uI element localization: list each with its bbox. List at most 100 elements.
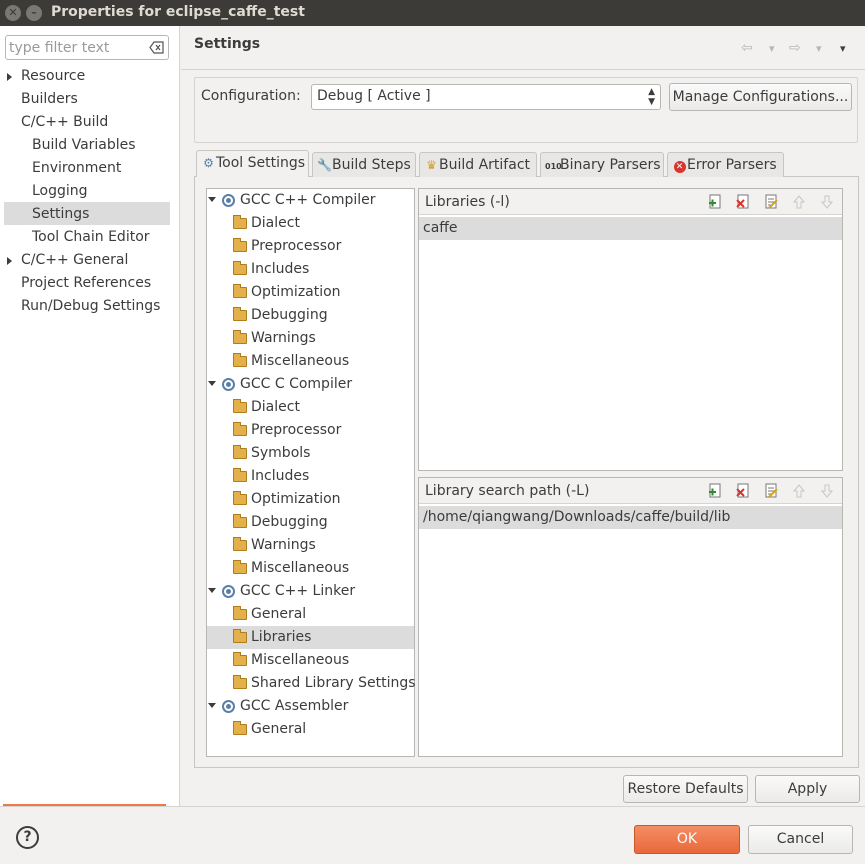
tree-item-preprocessor[interactable]: Preprocessor <box>251 419 341 442</box>
nav-item-environment[interactable]: Environment <box>32 157 121 180</box>
options-folder-icon <box>233 422 247 436</box>
expand-arrow-icon[interactable] <box>7 257 12 265</box>
tree-item-gcc-assembler[interactable]: GCC Assembler <box>240 695 348 718</box>
filter-box[interactable] <box>5 35 169 60</box>
tree-item-optimization[interactable]: Optimization <box>251 281 341 304</box>
wrench-icon: 🔧 <box>317 158 332 172</box>
nav-item-cpp-build[interactable]: C/C++ Build <box>21 111 108 134</box>
move-down-icon[interactable] <box>819 483 835 499</box>
tree-item-general[interactable]: General <box>251 603 306 626</box>
nav-item-run-debug-settings[interactable]: Run/Debug Settings <box>21 295 160 318</box>
collapse-arrow-icon[interactable] <box>208 588 216 593</box>
list-item[interactable]: caffe <box>419 217 842 240</box>
title-bar: ✕ – Properties for eclipse_caffe_test <box>0 0 865 26</box>
restore-defaults-button[interactable]: Restore Defaults <box>623 775 748 803</box>
add-icon[interactable] <box>707 483 723 499</box>
apply-button[interactable]: Apply <box>755 775 860 803</box>
tree-item-includes[interactable]: Includes <box>251 465 309 488</box>
tree-item-warnings[interactable]: Warnings <box>251 534 316 557</box>
tree-item-includes[interactable]: Includes <box>251 258 309 281</box>
forward-dropdown-icon[interactable]: ▾ <box>816 42 822 55</box>
tool-gear-icon <box>222 585 235 598</box>
tab-tool-settings[interactable]: ⚙ Tool Settings <box>196 150 309 177</box>
back-arrow-icon[interactable]: ⇦ <box>741 40 753 56</box>
tree-item-miscellaneous[interactable]: Miscellaneous <box>251 557 349 580</box>
move-down-icon[interactable] <box>819 194 835 210</box>
tree-item-gcc-cpp-compiler[interactable]: GCC C++ Compiler <box>240 189 376 212</box>
list-item[interactable]: /home/qiangwang/Downloads/caffe/build/li… <box>419 506 842 529</box>
tab-label: Error Parsers <box>687 157 777 173</box>
close-window-button[interactable]: ✕ <box>5 5 21 21</box>
options-folder-icon <box>233 215 247 229</box>
tree-item-libraries[interactable]: Libraries <box>251 626 311 649</box>
move-up-icon[interactable] <box>791 483 807 499</box>
minimize-window-button[interactable]: – <box>26 5 42 21</box>
nav-item-project-references[interactable]: Project References <box>21 272 151 295</box>
nav-item-settings[interactable]: Settings <box>32 203 89 226</box>
trophy-icon: ♛ <box>426 158 437 172</box>
tab-label: Build Steps <box>332 157 411 173</box>
add-icon[interactable] <box>707 194 723 210</box>
clear-filter-icon[interactable] <box>149 41 164 54</box>
options-folder-icon <box>233 560 247 574</box>
cancel-button[interactable]: Cancel <box>748 825 853 854</box>
tree-item-symbols[interactable]: Symbols <box>251 442 310 465</box>
nav-item-builders[interactable]: Builders <box>21 88 78 111</box>
options-folder-icon <box>233 445 247 459</box>
edit-icon[interactable] <box>763 483 779 499</box>
move-up-icon[interactable] <box>791 194 807 210</box>
libraries-header: Libraries (-l) <box>419 189 842 215</box>
ok-button[interactable]: OK <box>634 825 740 854</box>
tab-binary-parsers[interactable]: 010Binary Parsers <box>540 152 664 177</box>
footer-divider <box>0 806 865 807</box>
tool-gear-icon <box>222 700 235 713</box>
tree-item-miscellaneous[interactable]: Miscellaneous <box>251 350 349 373</box>
library-search-path-header: Library search path (-L) <box>419 478 842 504</box>
binary-icon: 010 <box>545 162 562 171</box>
configuration-label: Configuration: <box>201 88 301 104</box>
nav-item-cpp-general[interactable]: C/C++ General <box>21 249 128 272</box>
nav-item-build-variables[interactable]: Build Variables <box>32 134 136 157</box>
error-icon: ✕ <box>672 153 687 177</box>
tab-build-artifact[interactable]: ♛ Build Artifact <box>419 152 537 177</box>
view-menu-icon[interactable]: ▾ <box>840 42 846 55</box>
collapse-arrow-icon[interactable] <box>208 381 216 386</box>
back-dropdown-icon[interactable]: ▾ <box>769 42 775 55</box>
tree-item-general[interactable]: General <box>251 718 306 741</box>
tab-build-steps[interactable]: 🔧Build Steps <box>312 152 416 177</box>
collapse-arrow-icon[interactable] <box>208 703 216 708</box>
gear-icon: ⚙ <box>203 156 214 170</box>
forward-arrow-icon[interactable]: ⇨ <box>789 40 801 56</box>
nav-item-tool-chain-editor[interactable]: Tool Chain Editor <box>32 226 150 249</box>
tree-item-dialect[interactable]: Dialect <box>251 212 300 235</box>
collapse-arrow-icon[interactable] <box>208 197 216 202</box>
delete-icon[interactable] <box>735 483 751 499</box>
tree-item-gcc-cpp-linker[interactable]: GCC C++ Linker <box>240 580 355 603</box>
window-title: Properties for eclipse_caffe_test <box>51 4 305 20</box>
tree-item-gcc-c-compiler[interactable]: GCC C Compiler <box>240 373 352 396</box>
help-icon[interactable]: ? <box>16 826 39 849</box>
tree-item-debugging[interactable]: Debugging <box>251 511 328 534</box>
tree-item-preprocessor[interactable]: Preprocessor <box>251 235 341 258</box>
nav-item-logging[interactable]: Logging <box>32 180 88 203</box>
nav-item-resource[interactable]: Resource <box>21 65 85 88</box>
tree-item-warnings[interactable]: Warnings <box>251 327 316 350</box>
select-arrows-icon: ▲ ▼ <box>648 87 655 107</box>
edit-icon[interactable] <box>763 194 779 210</box>
tab-label: Tool Settings <box>216 155 306 171</box>
tab-error-parsers[interactable]: ✕ Error Parsers <box>667 152 784 177</box>
configuration-select[interactable]: Debug [ Active ] ▲ ▼ <box>311 84 661 110</box>
manage-configurations-button[interactable]: Manage Configurations... <box>669 83 852 111</box>
options-folder-icon <box>233 399 247 413</box>
tree-item-debugging[interactable]: Debugging <box>251 304 328 327</box>
tab-label: Build Artifact <box>439 157 530 173</box>
delete-icon[interactable] <box>735 194 751 210</box>
tree-item-shared-library-settings[interactable]: Shared Library Settings <box>251 672 416 695</box>
options-folder-icon <box>233 468 247 482</box>
tree-item-dialect[interactable]: Dialect <box>251 396 300 419</box>
expand-arrow-icon[interactable] <box>7 73 12 81</box>
filter-input[interactable] <box>9 38 144 57</box>
tree-item-miscellaneous[interactable]: Miscellaneous <box>251 649 349 672</box>
options-folder-icon <box>233 261 247 275</box>
tree-item-optimization[interactable]: Optimization <box>251 488 341 511</box>
